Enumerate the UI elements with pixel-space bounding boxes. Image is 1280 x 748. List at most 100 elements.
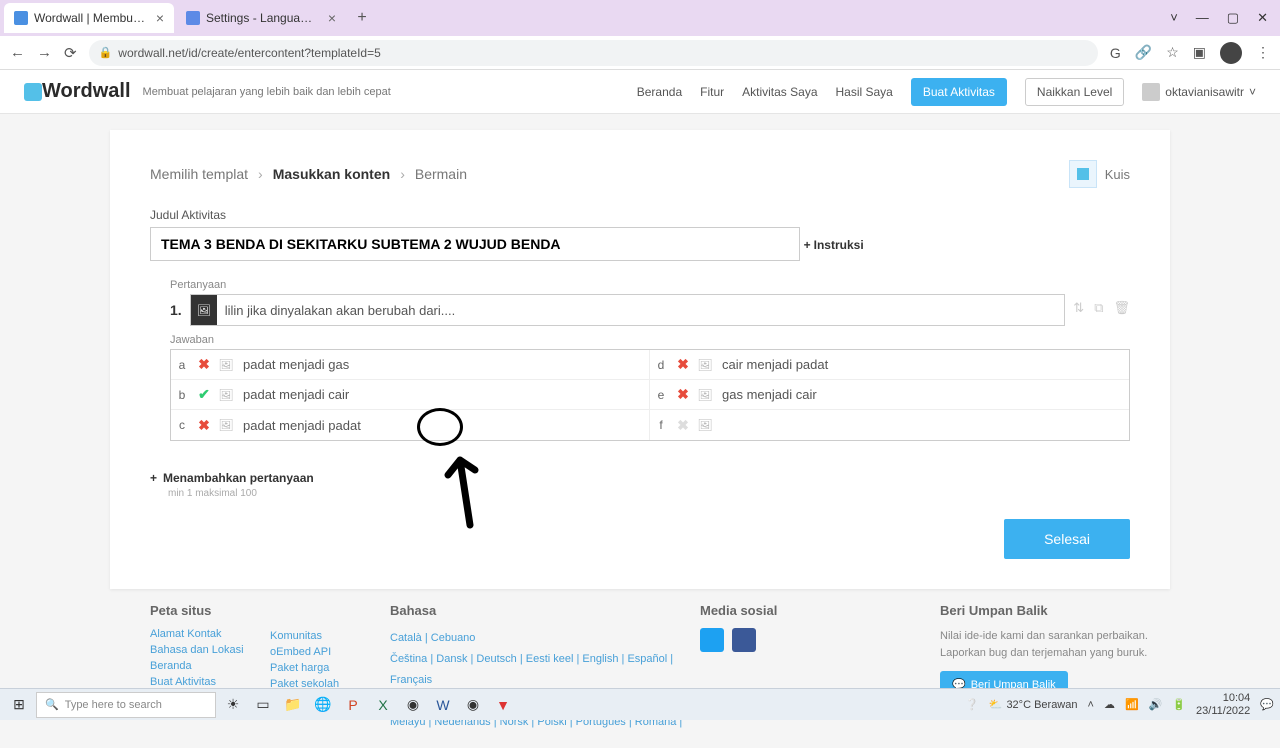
nav-hasil[interactable]: Hasil Saya [836,85,893,99]
tab-settings[interactable]: Settings - Languages × [176,3,346,33]
lock-icon: 🔒 [99,46,113,59]
image-icon[interactable]: 🖼 [694,388,716,402]
window-minimize-icon[interactable]: — [1196,10,1209,26]
move-icon[interactable]: ⇅ [1073,300,1084,326]
brand-logo[interactable]: Wordwall [42,80,131,103]
nav-beranda[interactable]: Beranda [637,85,682,99]
menu-icon[interactable]: ⋮ [1256,44,1270,61]
tab-title: Wordwall | Membuat pelajaran y [34,11,146,25]
question-input[interactable]: 🖼 lilin jika dinyalakan akan berubah dar… [190,294,1066,326]
image-icon[interactable]: 🖼 [694,418,716,432]
notifications-icon[interactable]: 💬 [1260,698,1274,711]
new-tab-button[interactable]: + [348,9,376,27]
answer-b[interactable]: b ✔ 🖼 padat menjadi cair [171,380,650,410]
profile-avatar[interactable] [1220,42,1242,64]
chevron-down-icon[interactable]: ˅ [1170,10,1178,26]
chrome-icon[interactable]: ◉ [400,692,426,718]
onedrive-icon[interactable]: ☁ [1104,698,1115,711]
image-icon[interactable]: 🖼 [694,358,716,372]
share-icon[interactable]: 🔗 [1135,44,1152,61]
taskbar-search[interactable]: 🔍 Type here to search [36,692,216,718]
tab-title: Settings - Languages [206,11,318,25]
twitter-icon[interactable] [700,628,724,652]
chrome-icon-2[interactable]: ◉ [460,692,486,718]
answer-a[interactable]: a ✖ 🖼 padat menjadi gas [171,350,650,380]
user-name: oktavianisawitr [1165,85,1244,99]
url-input[interactable]: 🔒 wordwall.net/id/create/entercontent?te… [89,40,1098,66]
tab-wordwall[interactable]: Wordwall | Membuat pelajaran y × [4,3,174,33]
tray-chevron-icon[interactable]: ˄ [1088,699,1094,711]
excel-icon[interactable]: X [370,692,396,718]
wrong-icon[interactable]: ✖ [193,417,215,434]
copy-icon[interactable]: ⧉ [1094,300,1103,326]
address-bar: ← → ⟳ 🔒 wordwall.net/id/create/entercont… [0,36,1280,70]
wrong-icon[interactable]: ✖ [193,356,215,373]
answer-d[interactable]: d ✖ 🖼 cair menjadi padat [650,350,1129,380]
search-placeholder: Type here to search [65,699,162,711]
question-section: Pertanyaan 1. 🖼 lilin jika dinyalakan ak… [170,279,1130,441]
add-instruksi-button[interactable]: + Instruksi [804,238,864,252]
selesai-button[interactable]: Selesai [1004,519,1130,559]
edge-icon[interactable]: 🌐 [310,692,336,718]
nav-aktivitas[interactable]: Aktivitas Saya [742,85,817,99]
image-icon[interactable]: 🖼 [215,358,237,372]
correct-icon[interactable]: ✔ [193,386,215,403]
network-icon[interactable]: 📶 [1125,698,1139,711]
pertanyaan-label: Pertanyaan [170,279,1130,291]
explorer-icon[interactable]: 📁 [280,692,306,718]
user-menu[interactable]: oktavianisawitr ˅ [1142,83,1256,101]
crumb-play[interactable]: Bermain [415,166,467,182]
task-view-icon[interactable]: ▭ [250,692,276,718]
wrong-icon[interactable]: ✖ [672,356,694,373]
mark-toggle-icon[interactable]: ✖ [672,417,694,434]
forward-icon[interactable]: → [37,44,52,61]
weather-widget-icon[interactable]: ☀ [220,692,246,718]
help-icon[interactable]: ❔ [965,698,979,711]
question-number: 1. [170,294,182,326]
image-icon[interactable]: 🖼 [215,388,237,402]
buat-aktivitas-button[interactable]: Buat Aktivitas [911,78,1007,106]
volume-icon[interactable]: 🔊 [1149,698,1163,711]
facebook-icon[interactable] [732,628,756,652]
powerpoint-icon[interactable]: P [340,692,366,718]
naikkan-level-button[interactable]: Naikkan Level [1025,78,1124,106]
weather-widget[interactable]: ⛅ 32°C Berawan [989,698,1078,711]
answer-e[interactable]: e ✖ 🖼 gas menjadi cair [650,380,1129,410]
battery-icon[interactable]: 🔋 [1172,698,1186,711]
browser-tab-strip: Wordwall | Membuat pelajaran y × Setting… [0,0,1280,36]
window-maximize-icon[interactable]: ▢ [1227,10,1239,26]
extension-icon[interactable]: ▣ [1193,44,1206,61]
window-close-icon[interactable]: ✕ [1257,10,1268,26]
close-icon[interactable]: × [328,10,336,26]
crumb-template[interactable]: Memilih templat [150,166,248,182]
start-icon[interactable]: ⊞ [6,692,32,718]
image-icon[interactable]: 🖼 [215,418,237,432]
weather-text: 32°C Berawan [1006,699,1077,711]
close-icon[interactable]: × [156,10,164,26]
image-icon[interactable]: 🖼 [191,295,217,325]
template-badge[interactable]: Kuis [1069,160,1130,188]
page-body: Memilih templat › Masukkan konten › Berm… [0,114,1280,748]
translate-icon[interactable]: G [1110,45,1121,61]
activity-title-input[interactable] [150,227,800,261]
windows-taskbar: ⊞ 🔍 Type here to search ☀ ▭ 📁 🌐 P X ◉ W … [0,688,1280,720]
answer-c[interactable]: c ✖ 🖼 padat menjadi padat [171,410,650,440]
wrong-icon[interactable]: ✖ [672,386,694,403]
delete-icon[interactable]: 🗑 [1113,300,1130,326]
word-icon[interactable]: W [430,692,456,718]
back-icon[interactable]: ← [10,44,25,61]
nav-fitur[interactable]: Fitur [700,85,724,99]
star-icon[interactable]: ☆ [1166,44,1179,61]
answer-letter: f [650,418,672,432]
taskbar-clock[interactable]: 10:04 23/11/2022 [1196,692,1250,716]
footer-link-oembed[interactable]: oEmbed API [270,646,381,658]
gear-icon [186,11,200,25]
add-question-button[interactable]: + Menambahkan pertanyaan [150,471,314,485]
footer-link-paket[interactable]: Paket harga [270,662,381,674]
answer-f[interactable]: f ✖ 🖼 [650,410,1129,440]
reload-icon[interactable]: ⟳ [64,44,77,62]
app-icon[interactable]: ▼ [490,692,516,718]
user-avatar-icon [1142,83,1160,101]
footer-link-komunitas[interactable]: Komunitas [270,630,381,642]
question-tools: ⇅ ⧉ 🗑 [1073,294,1130,326]
